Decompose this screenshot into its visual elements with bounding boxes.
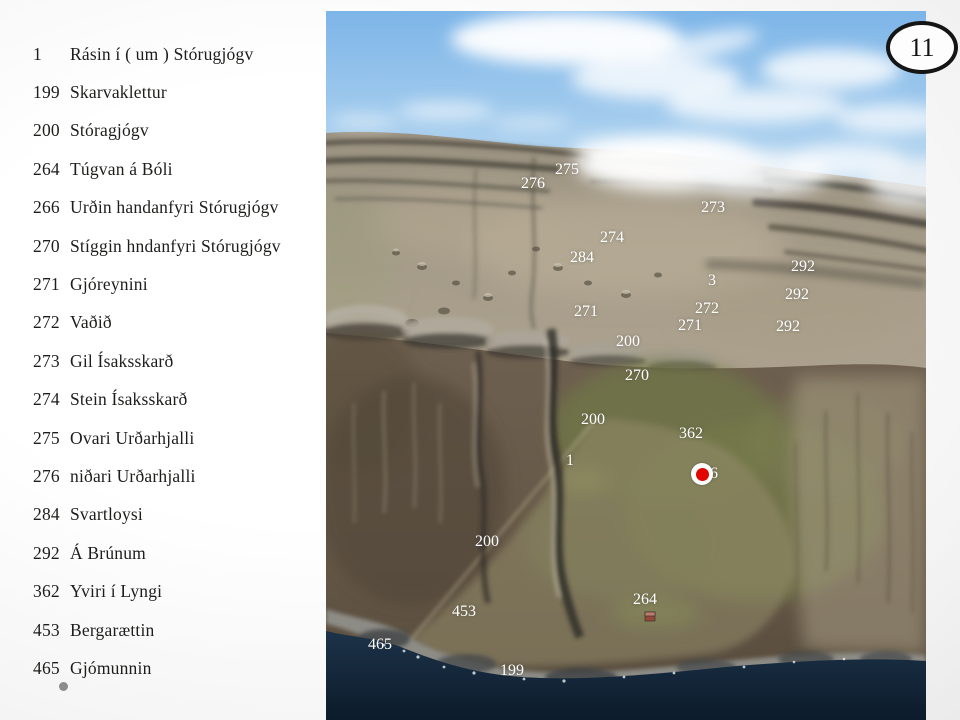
location-marker <box>691 463 713 485</box>
legend-item-number: 465 <box>33 658 70 679</box>
landscape-illustration <box>326 11 926 720</box>
legend-item-number: 1 <box>33 44 70 65</box>
photo-label: 274 <box>600 230 624 246</box>
legend-item: 199Skarvaklettur <box>33 73 281 111</box>
photo-label: 284 <box>570 250 594 266</box>
photo-label: 200 <box>581 412 605 428</box>
legend-item-number: 284 <box>33 504 70 525</box>
legend-item-number: 362 <box>33 581 70 602</box>
legend-item-name: Ovari Urðarhjalli <box>70 428 194 449</box>
legend-item: 266Urðin handanfyri Stórugjógv <box>33 189 281 227</box>
legend-item-number: 270 <box>33 236 70 257</box>
photo-label: 1 <box>566 453 574 469</box>
bullet-dot <box>59 682 68 691</box>
legend-item-name: Á Brúnum <box>70 543 146 564</box>
legend-item-name: Gjómunnin <box>70 658 152 679</box>
legend-item: 292Á Brúnum <box>33 534 281 572</box>
legend-item: 284Svartloysi <box>33 496 281 534</box>
legend-item-number: 273 <box>33 351 70 372</box>
legend-item: 273Gil Ísaksskarð <box>33 342 281 380</box>
legend-item: 272Vaðið <box>33 304 281 342</box>
legend-item-name: Bergarættin <box>70 620 155 641</box>
photo-label: 3 <box>708 273 716 289</box>
legend-item-number: 453 <box>33 620 70 641</box>
legend-item-number: 271 <box>33 274 70 295</box>
slide-number: 11 <box>909 33 934 63</box>
photo-label: 453 <box>452 604 476 620</box>
legend-item: 264Túgvan á Bóli <box>33 150 281 188</box>
legend-item-number: 266 <box>33 197 70 218</box>
photo-label: 273 <box>701 200 725 216</box>
legend-item: 270Stíggin hndanfyri Stórugjógv <box>33 227 281 265</box>
legend-item-name: Skarvaklettur <box>70 82 167 103</box>
legend-item-number: 264 <box>33 159 70 180</box>
legend-item-name: Vaðið <box>70 312 112 333</box>
photo-label: 200 <box>475 534 499 550</box>
photo-label: 292 <box>776 319 800 335</box>
photo-label: 200 <box>616 334 640 350</box>
legend-item: 271Gjóreynini <box>33 265 281 303</box>
legend-item: 465Gjómunnin <box>33 649 281 687</box>
legend-item-name: Stíggin hndanfyri Stórugjógv <box>70 236 281 257</box>
legend-item-number: 200 <box>33 120 70 141</box>
legend-item-name: Yviri í Lyngi <box>70 581 162 602</box>
legend-item-name: Rásin í ( um ) Stórugjógv <box>70 44 253 65</box>
photo-label: 271 <box>678 318 702 334</box>
legend-item: 275Ovari Urðarhjalli <box>33 419 281 457</box>
photo-label: 276 <box>521 176 545 192</box>
legend-item: 453Bergarættin <box>33 611 281 649</box>
legend-item-name: Svartloysi <box>70 504 143 525</box>
photo-label: 465 <box>368 637 392 653</box>
photo-label: 270 <box>625 368 649 384</box>
photo-label: 292 <box>791 259 815 275</box>
legend-item-name: Stein Ísaksskarð <box>70 389 187 410</box>
slide: 1Rásin í ( um ) Stórugjógv 199Skarvaklet… <box>0 0 960 720</box>
legend-item-name: niðari Urðarhjalli <box>70 466 196 487</box>
legend-item-number: 276 <box>33 466 70 487</box>
legend-item-number: 199 <box>33 82 70 103</box>
legend-item-number: 272 <box>33 312 70 333</box>
legend-item: 200Stóragjógv <box>33 112 281 150</box>
legend-item-name: Urðin handanfyri Stórugjógv <box>70 197 279 218</box>
landscape-photo: 275 276 273 274 284 292 3 292 272 271 27… <box>326 11 926 720</box>
legend-item: 274Stein Ísaksskarð <box>33 381 281 419</box>
legend-item: 362Yviri í Lyngi <box>33 572 281 610</box>
legend-item-name: Stóragjógv <box>70 120 149 141</box>
photo-label: 272 <box>695 301 719 317</box>
location-marker-dot <box>696 468 709 481</box>
legend-item: 1Rásin í ( um ) Stórugjógv <box>33 35 281 73</box>
photo-label: 271 <box>574 304 598 320</box>
legend-item-number: 275 <box>33 428 70 449</box>
photo-label: 264 <box>633 592 657 608</box>
hut <box>645 612 655 621</box>
photo-label: 362 <box>679 426 703 442</box>
legend-list: 1Rásin í ( um ) Stórugjógv 199Skarvaklet… <box>33 35 281 688</box>
photo-label: 275 <box>555 162 579 178</box>
legend-item-number: 292 <box>33 543 70 564</box>
legend-item-number: 274 <box>33 389 70 410</box>
legend-item: 276niðari Urðarhjalli <box>33 457 281 495</box>
legend-item-name: Túgvan á Bóli <box>70 159 173 180</box>
slide-number-badge: 11 <box>886 21 958 74</box>
photo-label: 292 <box>785 287 809 303</box>
legend-item-name: Gil Ísaksskarð <box>70 351 173 372</box>
photo-label: 199 <box>500 663 524 679</box>
legend-item-name: Gjóreynini <box>70 274 148 295</box>
